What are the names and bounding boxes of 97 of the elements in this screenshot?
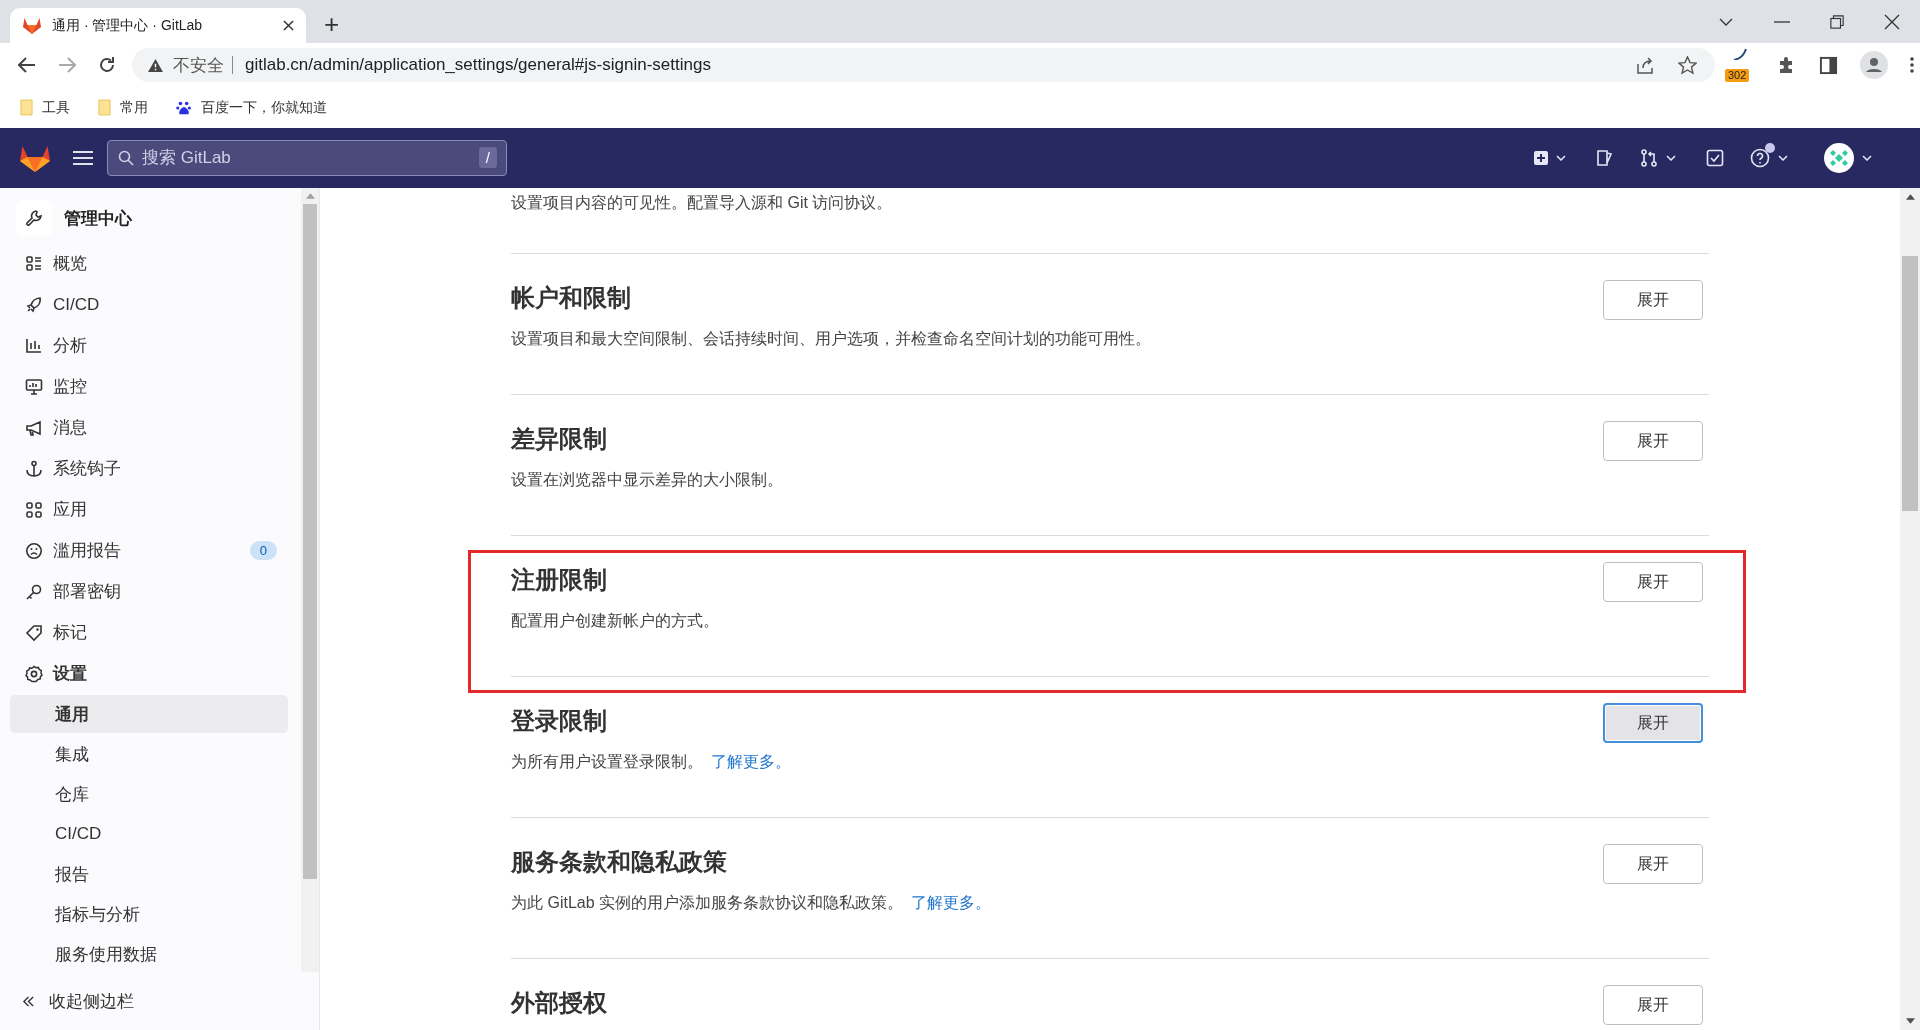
section-description: 为此 GitLab 实例的用户添加服务条款协议和隐私政策。 了解更多。 <box>511 893 993 913</box>
url-text: gitlab.cn/admin/application_settings/general#js-signin-settings <box>245 55 711 75</box>
list-icon <box>25 254 43 273</box>
section-description: 设置项目和最大空间限制、会话持续时间、用户选项，并检查命名空间计划的功能可用性。 <box>511 329 1152 349</box>
sidebar-item[interactable]: 概览 <box>10 243 291 284</box>
share-icon[interactable] <box>1636 56 1654 74</box>
search-icon <box>118 150 134 166</box>
new-tab-button[interactable]: + <box>324 9 340 39</box>
sidebar-item[interactable]: 滥用报告 0 <box>10 530 291 571</box>
minimize-icon[interactable] <box>1774 20 1790 23</box>
tab-title: 通用 · 管理中心 · GitLab <box>52 16 204 35</box>
merge-request-icon <box>1640 149 1658 167</box>
section-title: 注册限制 <box>511 566 607 594</box>
count-badge: 0 <box>249 541 277 560</box>
menu-icon[interactable] <box>73 151 93 165</box>
address-bar[interactable]: 不安全 gitlab.cn/admin/application_settings/general#js-signin-settings <box>132 48 1715 82</box>
anchor-icon <box>25 459 43 478</box>
sad-face-icon <box>25 541 43 560</box>
expand-button[interactable]: 展开 <box>1603 844 1703 884</box>
section-description: 为所有用户设置登录限制。 了解更多。 <box>511 752 792 772</box>
section-description: 设置项目内容的可见性。配置导入源和 Git 访问协议。 <box>511 193 894 213</box>
key-icon <box>25 582 43 601</box>
bookmark[interactable]: 百度一下，你就知道 <box>176 98 327 117</box>
section-title: 帐户和限制 <box>511 284 631 312</box>
sidebar-subitem[interactable]: 集成 <box>10 735 288 773</box>
settings-icon <box>25 664 43 683</box>
sidebar-item[interactable]: 分析 <box>10 325 291 366</box>
extension-button[interactable]: 302 <box>1725 48 1755 82</box>
expand-button[interactable]: 展开 <box>1603 985 1703 1025</box>
wrench-icon <box>16 200 52 236</box>
sidebar-subitem[interactable]: 服务使用数据 <box>10 935 288 972</box>
sidebar-title: 管理中心 <box>64 207 132 230</box>
sidebar-subitem[interactable]: 报告 <box>10 855 288 893</box>
sidebar-item[interactable]: 部署密钥 <box>10 571 291 612</box>
sidebar-item[interactable]: 系统钩子 <box>10 448 291 489</box>
profile-icon[interactable] <box>1860 51 1888 79</box>
fox-logo-icon <box>22 16 42 35</box>
star-icon[interactable] <box>1678 55 1697 75</box>
section-description: 设置在浏览器中显示差异的大小限制。 <box>511 470 784 490</box>
expand-button[interactable]: 展开 <box>1603 562 1703 602</box>
paw-icon <box>176 99 192 116</box>
expand-button[interactable]: 展开 <box>1603 280 1703 320</box>
double-chevron-left-icon <box>22 995 35 1007</box>
close-icon[interactable] <box>1884 13 1900 30</box>
sidebar-subitem[interactable]: 通用 <box>10 695 288 733</box>
more-options-icon[interactable] <box>1910 57 1914 73</box>
scroll-down-icon[interactable] <box>1905 1018 1915 1024</box>
learn-more-link[interactable]: 了解更多。 <box>911 894 992 911</box>
sidebar-item[interactable]: 监控 <box>10 366 291 407</box>
caret-icon <box>1862 155 1872 161</box>
scrollbar-thumb[interactable] <box>1902 256 1918 511</box>
apps-icon <box>25 500 43 519</box>
caret-icon <box>1556 155 1566 161</box>
security-label: 不安全 <box>173 54 224 77</box>
side-panel-icon[interactable] <box>1819 55 1838 75</box>
monitor-icon <box>25 377 43 396</box>
sidebar-subitem[interactable]: 指标与分析 <box>10 895 288 933</box>
expand-button[interactable]: 展开 <box>1603 703 1703 743</box>
browser-tab[interactable]: 通用 · 管理中心 · GitLab <box>10 8 306 43</box>
collapse-sidebar-button[interactable]: 收起侧边栏 <box>0 972 319 1030</box>
chart-icon <box>25 336 43 355</box>
folder-icon <box>20 99 33 116</box>
sidebar-item[interactable]: 设置 <box>10 653 291 694</box>
avatar-icon <box>1824 143 1854 173</box>
tag-icon <box>25 623 43 642</box>
section-title: 登录限制 <box>511 707 607 735</box>
section-description: 配置用户创建新帐户的方式。 <box>511 611 720 631</box>
folder-icon <box>98 99 111 116</box>
section-title: 服务条款和隐私政策 <box>511 848 727 876</box>
section-title: 差异限制 <box>511 425 607 453</box>
help-icon <box>1750 148 1770 168</box>
sidebar-item[interactable]: CI/CD <box>10 284 291 325</box>
sidebar-item[interactable]: 应用 <box>10 489 291 530</box>
warning-icon <box>148 58 163 72</box>
rocket-icon <box>25 295 43 314</box>
reload-icon[interactable] <box>98 56 116 74</box>
bookmark[interactable]: 工具 <box>20 98 70 117</box>
megaphone-icon <box>25 418 43 437</box>
back-arrow-icon[interactable] <box>18 56 36 74</box>
scrollbar-thumb[interactable] <box>303 204 317 879</box>
fox-logo-icon[interactable] <box>19 143 51 173</box>
close-icon[interactable] <box>283 20 294 31</box>
section-title: 外部授权 <box>511 989 607 1017</box>
expand-button[interactable]: 展开 <box>1603 421 1703 461</box>
sidebar-item[interactable]: 消息 <box>10 407 291 448</box>
plus-icon <box>1534 151 1548 165</box>
sidebar-subitem[interactable]: 仓库 <box>10 775 288 813</box>
learn-more-link[interactable]: 了解更多。 <box>711 753 791 770</box>
restore-icon[interactable] <box>1830 14 1844 29</box>
bookmark[interactable]: 常用 <box>98 98 148 117</box>
caret-icon <box>1778 155 1788 161</box>
sidebar-item[interactable]: 标记 <box>10 612 291 653</box>
todo-checkbox-icon[interactable] <box>1706 149 1724 167</box>
caret-icon <box>1666 155 1676 161</box>
sidebar-subitem[interactable]: CI/CD <box>10 815 288 853</box>
scroll-up-icon[interactable] <box>1905 194 1915 200</box>
extension-badge: 302 <box>1725 69 1750 82</box>
